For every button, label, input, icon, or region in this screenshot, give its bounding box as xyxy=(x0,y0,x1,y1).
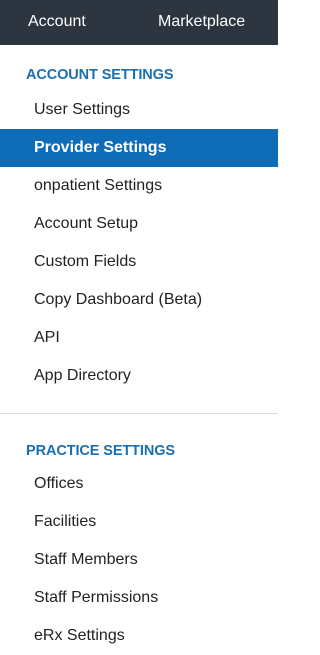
account-settings-section: ACCOUNT SETTINGS User Settings Provider … xyxy=(0,63,278,395)
menu-item-facilities[interactable]: Facilities xyxy=(0,503,278,541)
menu-item-staff-members[interactable]: Staff Members xyxy=(0,541,278,579)
tab-marketplace[interactable]: Marketplace xyxy=(158,13,245,31)
practice-settings-header: PRACTICE SETTINGS xyxy=(26,443,175,459)
practice-settings-section: PRACTICE SETTINGS Offices Facilities Sta… xyxy=(0,439,278,655)
menu-item-custom-fields[interactable]: Custom Fields xyxy=(0,243,278,281)
menu-item-erx-settings[interactable]: eRx Settings xyxy=(0,617,278,655)
section-divider xyxy=(0,413,278,414)
menu-item-provider-settings[interactable]: Provider Settings xyxy=(0,129,278,167)
menu-item-copy-dashboard[interactable]: Copy Dashboard (Beta) xyxy=(0,281,278,319)
top-navigation-bar: Account Marketplace xyxy=(0,0,278,45)
account-settings-header: ACCOUNT SETTINGS xyxy=(26,67,174,83)
menu-item-user-settings[interactable]: User Settings xyxy=(0,91,278,129)
menu-item-app-directory[interactable]: App Directory xyxy=(0,357,278,395)
menu-item-account-setup[interactable]: Account Setup xyxy=(0,205,278,243)
menu-item-offices[interactable]: Offices xyxy=(0,465,278,503)
menu-item-onpatient-settings[interactable]: onpatient Settings xyxy=(0,167,278,205)
menu-item-api[interactable]: API xyxy=(0,319,278,357)
tab-account[interactable]: Account xyxy=(28,13,86,31)
menu-item-staff-permissions[interactable]: Staff Permissions xyxy=(0,579,278,617)
